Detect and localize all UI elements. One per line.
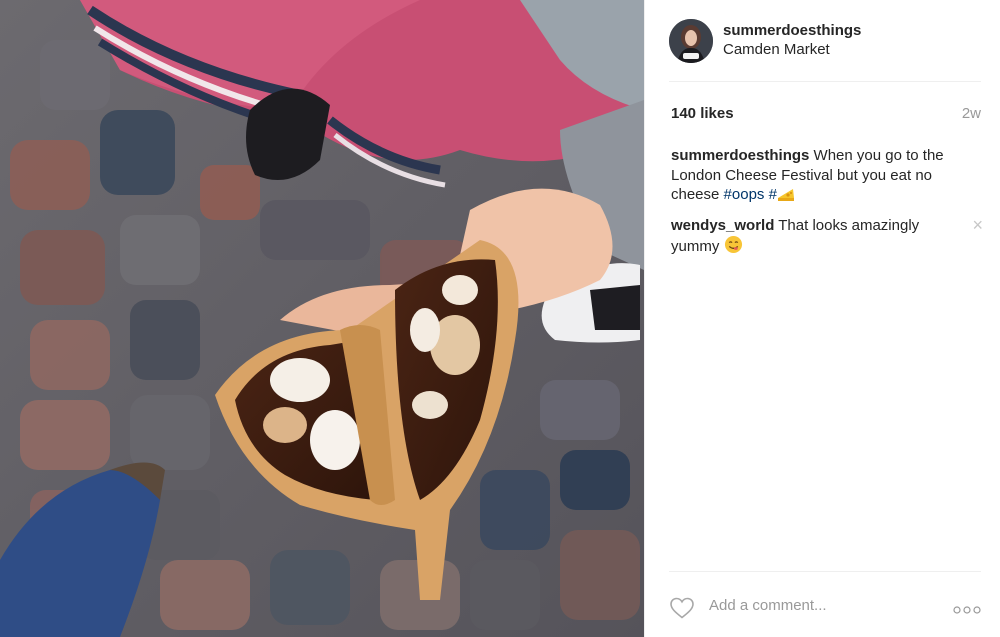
- caption-username[interactable]: summerdoesthings: [671, 147, 809, 164]
- hashtag-symbol: #: [768, 186, 777, 203]
- post-footer: [669, 571, 981, 637]
- comment-username[interactable]: wendys_world: [671, 217, 774, 234]
- post-username[interactable]: summerdoesthings: [723, 22, 861, 39]
- more-options-icon[interactable]: [953, 602, 981, 614]
- hashtag-oops[interactable]: #oops: [724, 186, 765, 203]
- hashtag-cheese[interactable]: #: [769, 186, 795, 203]
- photo-illustration: [0, 0, 644, 637]
- list-item: wendys_world That looks amazingly yummy …: [671, 215, 983, 260]
- likes-count[interactable]: 140 likes: [671, 105, 734, 122]
- cheese-emoji-icon: [777, 186, 795, 208]
- post-timestamp[interactable]: 2w: [962, 105, 981, 122]
- post-photo[interactable]: [0, 0, 644, 637]
- delete-comment-icon[interactable]: ×: [972, 215, 983, 235]
- comments-list: summerdoesthings When you go to the Lond…: [671, 146, 983, 268]
- likes-row: 140 likes 2w: [671, 105, 981, 125]
- avatar[interactable]: [669, 19, 713, 63]
- add-comment-input[interactable]: [709, 597, 919, 614]
- avatar-image: [669, 19, 713, 63]
- heart-icon[interactable]: [669, 596, 695, 620]
- post-location[interactable]: Camden Market: [723, 41, 830, 58]
- yum-face-emoji-icon: [724, 235, 743, 260]
- post-details-panel: summerdoesthings Camden Market 140 likes…: [644, 0, 1000, 637]
- caption-comment: summerdoesthings When you go to the Lond…: [671, 146, 971, 208]
- post-header: summerdoesthings Camden Market: [669, 16, 981, 82]
